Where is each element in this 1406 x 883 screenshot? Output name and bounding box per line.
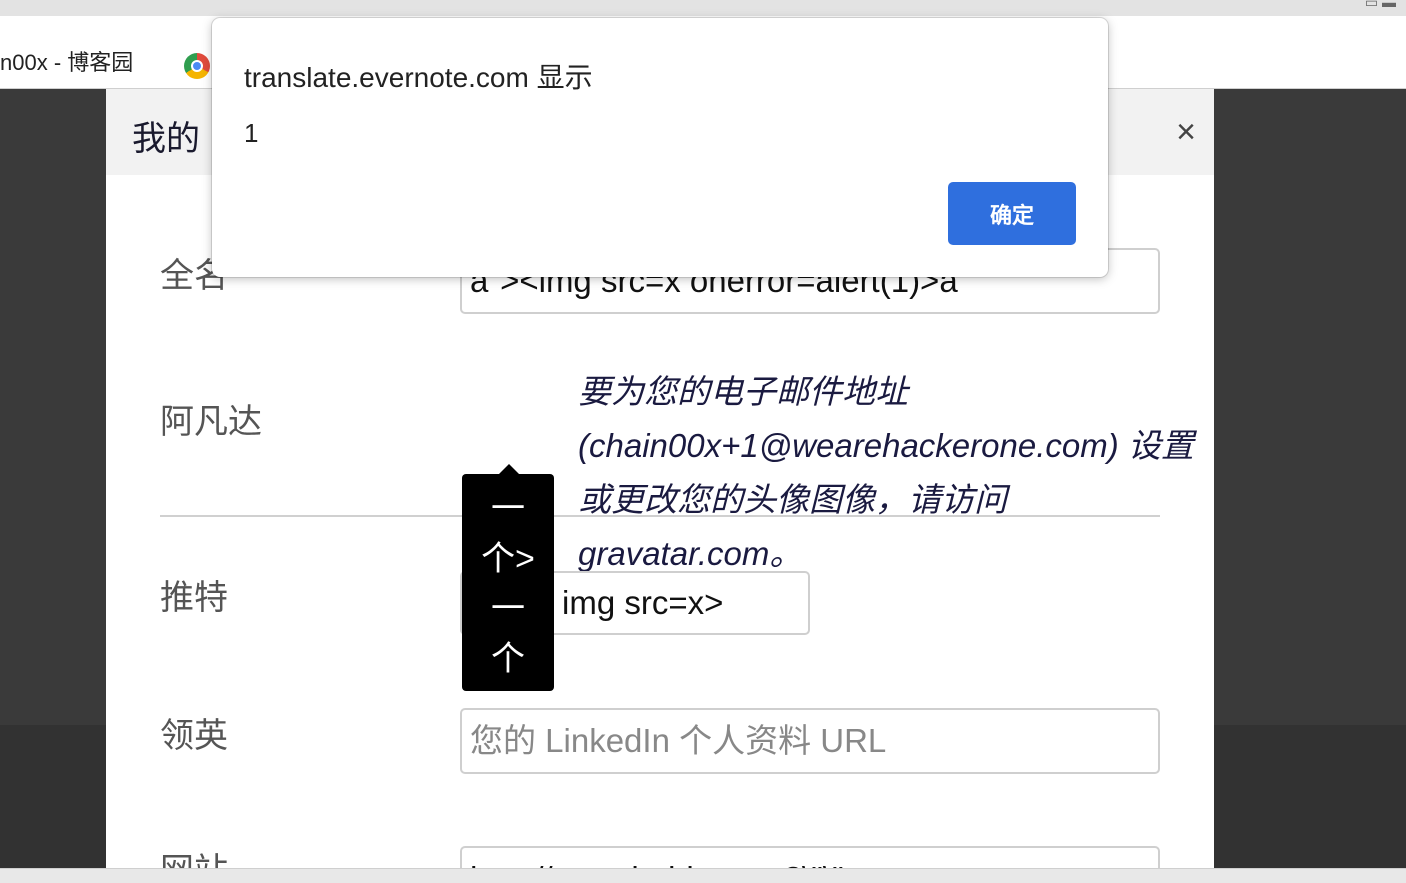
close-icon[interactable]: × xyxy=(1176,115,1196,149)
tooltip-text: 一 个> 一 个 xyxy=(481,490,535,678)
alert-dialog: translate.evernote.com 显示 1 确定 xyxy=(212,18,1108,277)
tooltip: 一 个> 一 个 xyxy=(462,474,554,691)
avatar-label: 阿凡达 xyxy=(160,403,262,441)
window-controls-icon[interactable]: ▭ ▬ xyxy=(1365,0,1396,11)
alert-title: translate.evernote.com 显示 xyxy=(244,62,593,93)
browser-favicon-icon[interactable] xyxy=(184,53,210,79)
avatar-help-text: 要为您的电子邮件地址 (chain00x+1@wearehackerone.co… xyxy=(578,373,1194,572)
twitter-label: 推特 xyxy=(160,579,228,617)
tooltip-arrow xyxy=(499,464,519,474)
bottom-status-bar xyxy=(0,868,1406,883)
section-divider xyxy=(160,515,1160,517)
bookmark-item-cnblogs[interactable]: n00x - 博客园 xyxy=(0,52,133,74)
ok-button[interactable]: 确定 xyxy=(948,182,1076,245)
linkedin-label: 领英 xyxy=(160,717,228,755)
linkedin-input[interactable] xyxy=(460,708,1160,774)
modal-title: 我的 xyxy=(132,120,200,158)
browser-tab-strip: ▭ ▬ xyxy=(0,0,1406,16)
alert-message: 1 xyxy=(244,118,259,148)
